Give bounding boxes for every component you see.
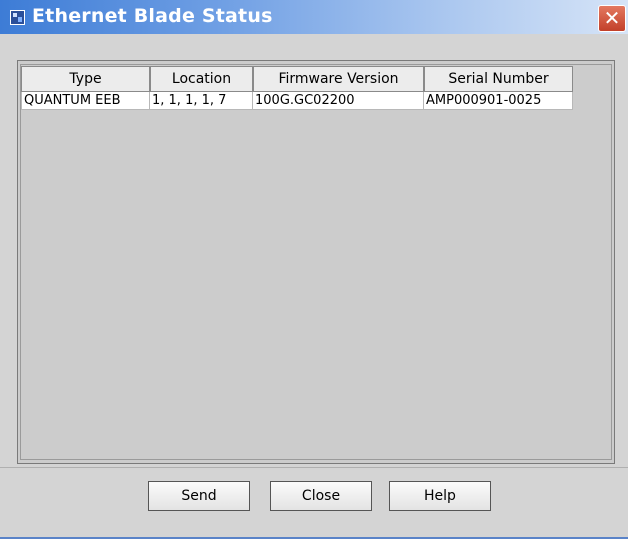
title-bar[interactable]: Ethernet Blade Status ✕ <box>0 0 628 34</box>
column-header-serial-number[interactable]: Serial Number <box>424 66 573 92</box>
help-button[interactable]: Help <box>389 481 491 511</box>
table-cell-location[interactable]: 1, 1, 1, 1, 7 <box>150 92 253 110</box>
window-title: Ethernet Blade Status <box>32 5 273 27</box>
table-cell-type[interactable]: QUANTUM EEB <box>21 92 150 110</box>
table-viewport <box>20 64 612 460</box>
send-button[interactable]: Send <box>148 481 250 511</box>
divider <box>0 467 628 468</box>
table-cell-serial-number[interactable]: AMP000901-0025 <box>424 92 573 110</box>
table-cell-firmware-version[interactable]: 100G.GC02200 <box>253 92 424 110</box>
close-icon[interactable]: ✕ <box>598 5 626 32</box>
column-header-firmware-version[interactable]: Firmware Version <box>253 66 424 92</box>
ethernet-blade-status-dialog: Ethernet Blade Status ✕ Type Location Fi… <box>0 0 628 539</box>
column-header-location[interactable]: Location <box>150 66 253 92</box>
column-header-type[interactable]: Type <box>21 66 150 92</box>
close-button[interactable]: Close <box>270 481 372 511</box>
app-window-icon <box>10 10 25 25</box>
